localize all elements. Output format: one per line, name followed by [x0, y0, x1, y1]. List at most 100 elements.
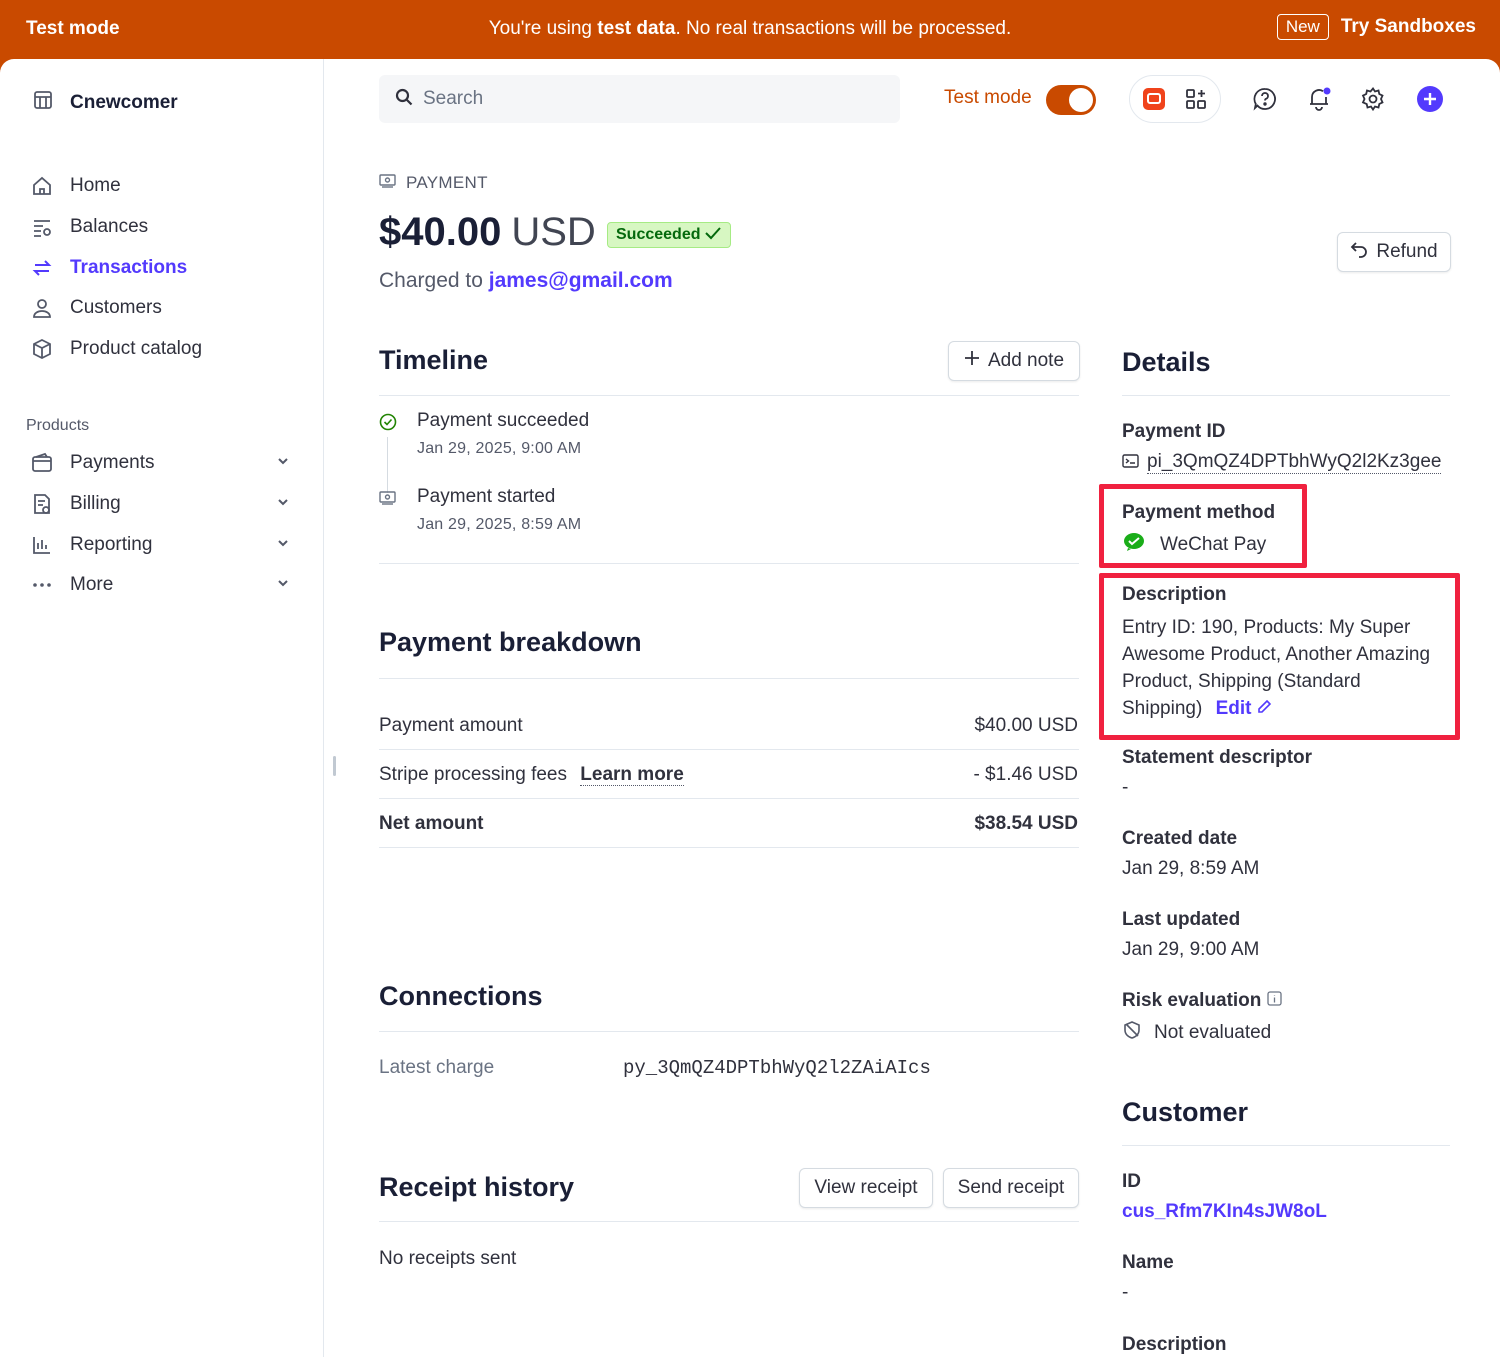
more-icon	[30, 573, 54, 597]
customers-icon	[30, 296, 54, 320]
payment-method-label: Payment method	[1122, 502, 1276, 523]
view-receipt-button[interactable]: View receipt	[799, 1168, 933, 1208]
sidebar-item-payments[interactable]: Payments	[30, 446, 300, 480]
payment-amount-value: $40.00	[379, 210, 502, 254]
customer-divider	[1122, 1145, 1450, 1146]
sidebar-item-label: Reporting	[70, 534, 153, 555]
check-icon	[704, 225, 722, 246]
sidebar-item-balances[interactable]: Balances	[30, 210, 300, 244]
products-section-heading: Products	[26, 417, 90, 434]
chevron-down-icon	[276, 574, 290, 596]
sidebar-item-label: Balances	[70, 216, 149, 237]
payment-method-text: WeChat Pay	[1160, 534, 1267, 555]
description-value: Entry ID: 190, Products: My Super Awesom…	[1122, 614, 1430, 722]
description-line: Entry ID: 190, Products: My Super	[1122, 617, 1411, 638]
payment-breakdown-heading: Payment breakdown	[379, 627, 642, 657]
created-date-label: Created date	[1122, 828, 1238, 849]
apps-grid-icon[interactable]	[1182, 85, 1210, 113]
billing-icon	[30, 492, 54, 516]
chevron-down-icon	[276, 493, 290, 515]
timeline-divider	[379, 395, 1079, 396]
created-date-value: Jan 29, 8:59 AM	[1122, 858, 1260, 879]
wechat-pay-icon	[1122, 532, 1146, 558]
payment-id-value[interactable]: pi_3QmQZ4DPTbhWyQ2l2Kz3gee	[1122, 451, 1450, 474]
customer-heading: Customer	[1122, 1097, 1249, 1127]
payment-card-icon	[379, 491, 396, 510]
gear-icon[interactable]	[1359, 85, 1387, 113]
edit-description-link[interactable]: Edit	[1216, 698, 1272, 719]
description-line: Awesome Product, Another Amazing	[1122, 644, 1431, 665]
account-name: Cnewcomer	[70, 92, 178, 113]
customer-id-link[interactable]: cus_Rfm7KIn4sJW8oL	[1122, 1201, 1327, 1222]
try-sandboxes-label: Try Sandboxes	[1340, 16, 1476, 37]
sidebar-item-customers[interactable]: Customers	[30, 291, 300, 325]
sidebar-item-product-catalog[interactable]: Product catalog	[30, 332, 300, 366]
sidebar-item-transactions[interactable]: Transactions	[30, 251, 300, 285]
banner-test-mode-label: Test mode	[26, 18, 120, 39]
description-label: Description	[1122, 584, 1227, 605]
customer-name-value: -	[1122, 1282, 1129, 1303]
sidebar-item-reporting[interactable]: Reporting	[30, 528, 300, 562]
last-updated-label: Last updated	[1122, 909, 1241, 930]
refund-button[interactable]: Refund	[1337, 232, 1451, 272]
timeline-event-title: Payment succeeded	[417, 410, 590, 431]
connections-heading: Connections	[379, 981, 543, 1011]
customer-email-link[interactable]: james@gmail.com	[489, 269, 673, 292]
payment-id-label: Payment ID	[1122, 421, 1226, 442]
risk-evaluation-label-text: Risk evaluation	[1122, 990, 1262, 1011]
new-badge: New	[1276, 14, 1329, 40]
notification-bell-icon[interactable]	[1305, 85, 1333, 113]
info-icon[interactable]	[1267, 990, 1283, 1012]
add-note-button[interactable]: Add note	[948, 341, 1080, 381]
connections-divider	[379, 1031, 1079, 1032]
banner-message-pre: You're using	[488, 18, 598, 39]
account-switcher[interactable]: Cnewcomer	[32, 89, 178, 117]
risk-evaluation-value: Not evaluated	[1122, 1020, 1271, 1046]
refund-button-label: Refund	[1376, 241, 1438, 262]
bar-chart-icon	[30, 533, 54, 557]
send-receipt-button[interactable]: Send receipt	[943, 1168, 1079, 1208]
timeline-connector	[387, 437, 388, 493]
help-icon[interactable]	[1251, 85, 1279, 113]
wallet-icon	[30, 451, 54, 475]
sidebar-resize-handle[interactable]	[333, 756, 336, 776]
sidebar-item-billing[interactable]: Billing	[30, 487, 300, 521]
search-bar[interactable]	[379, 75, 900, 123]
no-receipts-text: No receipts sent	[379, 1248, 517, 1269]
shield-icon	[1122, 1020, 1142, 1046]
learn-more-link[interactable]: Learn more	[580, 764, 684, 786]
timeline-bottom-divider	[379, 563, 1079, 564]
receipt-history-heading: Receipt history	[379, 1172, 575, 1202]
banner-message: You're using test data. No real transact…	[0, 18, 1500, 40]
test-mode-label: Test mode	[944, 87, 1032, 108]
sidebar-item-label: Transactions	[70, 257, 188, 278]
statement-descriptor-label: Statement descriptor	[1122, 747, 1313, 768]
home-icon	[30, 174, 54, 198]
net-amount-label: Net amount	[379, 813, 484, 834]
test-mode-banner: Test mode You're using test data. No rea…	[0, 0, 1500, 60]
charged-to-prefix: Charged to	[379, 269, 489, 292]
chevron-down-icon	[276, 534, 290, 556]
payment-kicker-label: PAYMENT	[406, 173, 488, 192]
charged-to: Charged to james@gmail.com	[379, 269, 673, 293]
customer-name-label: Name	[1122, 1252, 1174, 1273]
breakdown-row-divider	[379, 749, 1079, 750]
try-sandboxes-link[interactable]: New Try Sandboxes	[1276, 14, 1476, 40]
test-mode-toggle[interactable]	[1046, 85, 1096, 115]
check-circle-icon	[379, 413, 397, 436]
latest-charge-link[interactable]: py_3QmQZ4DPTbhWyQ2l2ZAiAIcs	[623, 1057, 931, 1079]
status-badge: Succeeded	[607, 222, 732, 248]
payment-method-value: WeChat Pay	[1122, 532, 1266, 558]
sidebar-item-label: Payments	[70, 452, 155, 473]
sidebar-item-home[interactable]: Home	[30, 169, 300, 203]
timeline-event-date: Jan 29, 2025, 9:00 AM	[417, 440, 582, 457]
payment-amount: $40.00 USD	[379, 210, 596, 255]
breakdown-row-label: Payment amount	[379, 715, 523, 736]
add-note-label: Add note	[987, 350, 1065, 371]
sidebar-item-more[interactable]: More	[30, 568, 300, 602]
sidebar: Cnewcomer Home Balances Transactions Cus…	[0, 59, 324, 1357]
sidebar-item-label: Product catalog	[70, 338, 203, 359]
app-launcher-icon[interactable]	[1140, 85, 1168, 113]
create-plus-icon[interactable]	[1416, 85, 1444, 113]
search-input[interactable]	[423, 88, 863, 110]
